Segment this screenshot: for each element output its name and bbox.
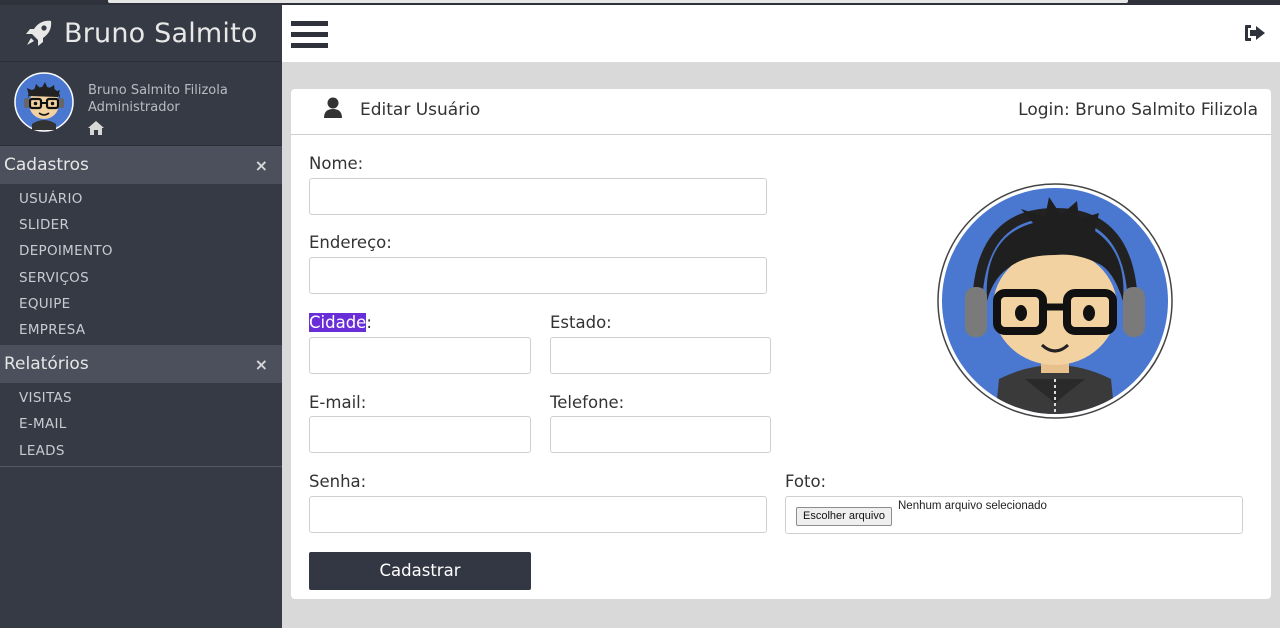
telefone-label: Telefone: <box>550 393 625 412</box>
cadastrar-button[interactable]: Cadastrar <box>309 552 531 590</box>
profile-photo <box>937 183 1173 419</box>
cidade-label: Cidade: <box>309 313 372 332</box>
nome-input[interactable] <box>309 178 767 215</box>
cidade-label-selected: Cidade <box>309 313 367 332</box>
home-icon[interactable] <box>87 120 105 136</box>
sidebar-item-equipe[interactable]: EQUIPE <box>0 291 282 317</box>
foto-label: Foto: <box>785 472 827 491</box>
section-cadastros[interactable]: Cadastros × <box>0 146 282 184</box>
top-header <box>282 5 1280 62</box>
endereco-label: Endereço: <box>309 233 392 252</box>
estado-label: Estado: <box>550 313 612 332</box>
profile: Bruno Salmito Filizola Administrador <box>0 62 282 146</box>
sidebar: Bruno Salmito Bruno Salmito Filizola Adm… <box>0 5 282 628</box>
cidade-input[interactable] <box>309 337 531 374</box>
card-title: Editar Usuário <box>360 100 481 120</box>
brand-name: Bruno Salmito <box>64 17 258 49</box>
menu-cadastros: USUÁRIO SLIDER DEPOIMENTO SERVIÇOS EQUIP… <box>0 184 282 345</box>
rocket-icon <box>26 20 52 46</box>
sidebar-item-depoimento[interactable]: DEPOIMENTO <box>0 238 282 264</box>
user-icon <box>324 97 342 118</box>
user-avatar[interactable] <box>14 72 74 132</box>
sidebar-item-email[interactable]: E-MAIL <box>0 411 282 437</box>
choose-file-button[interactable]: Escolher arquivo <box>796 507 892 526</box>
close-icon[interactable]: × <box>255 156 268 175</box>
section-title-cadastros: Cadastros <box>4 155 89 175</box>
sign-out-icon[interactable] <box>1244 24 1266 42</box>
senha-label: Senha: <box>309 472 367 491</box>
email-input[interactable] <box>309 416 531 453</box>
sidebar-item-servicos[interactable]: SERVIÇOS <box>0 265 282 291</box>
close-icon[interactable]: × <box>255 355 268 374</box>
card-header: Editar Usuário Login: Bruno Salmito Fili… <box>291 89 1271 135</box>
estado-input[interactable] <box>550 337 771 374</box>
login-info: Login: Bruno Salmito Filizola <box>1018 100 1258 120</box>
nome-label: Nome: <box>309 154 364 173</box>
sidebar-item-visitas[interactable]: VISITAS <box>0 385 282 411</box>
senha-input[interactable] <box>309 496 767 533</box>
profile-name: Bruno Salmito Filizola <box>88 83 228 98</box>
sidebar-item-empresa[interactable]: EMPRESA <box>0 317 282 343</box>
sidebar-item-usuario[interactable]: USUÁRIO <box>0 186 282 212</box>
endereco-input[interactable] <box>309 257 767 294</box>
menu-relatorios: VISITAS E-MAIL LEADS <box>0 383 282 467</box>
profile-role: Administrador <box>88 100 180 115</box>
section-relatorios[interactable]: Relatórios × <box>0 345 282 384</box>
top-bar <box>108 0 1128 3</box>
cidade-label-colon: : <box>366 313 372 332</box>
telefone-input[interactable] <box>550 416 771 453</box>
brand[interactable]: Bruno Salmito <box>0 5 282 62</box>
sidebar-item-slider[interactable]: SLIDER <box>0 212 282 238</box>
email-label: E-mail: <box>309 393 367 412</box>
file-status: Nenhum arquivo selecionado <box>898 500 1047 512</box>
sidebar-item-leads[interactable]: LEADS <box>0 438 282 464</box>
foto-file-input[interactable]: Escolher arquivo Nenhum arquivo selecion… <box>785 496 1243 534</box>
section-title-relatorios: Relatórios <box>4 354 89 375</box>
hamburger-icon[interactable] <box>291 21 328 48</box>
